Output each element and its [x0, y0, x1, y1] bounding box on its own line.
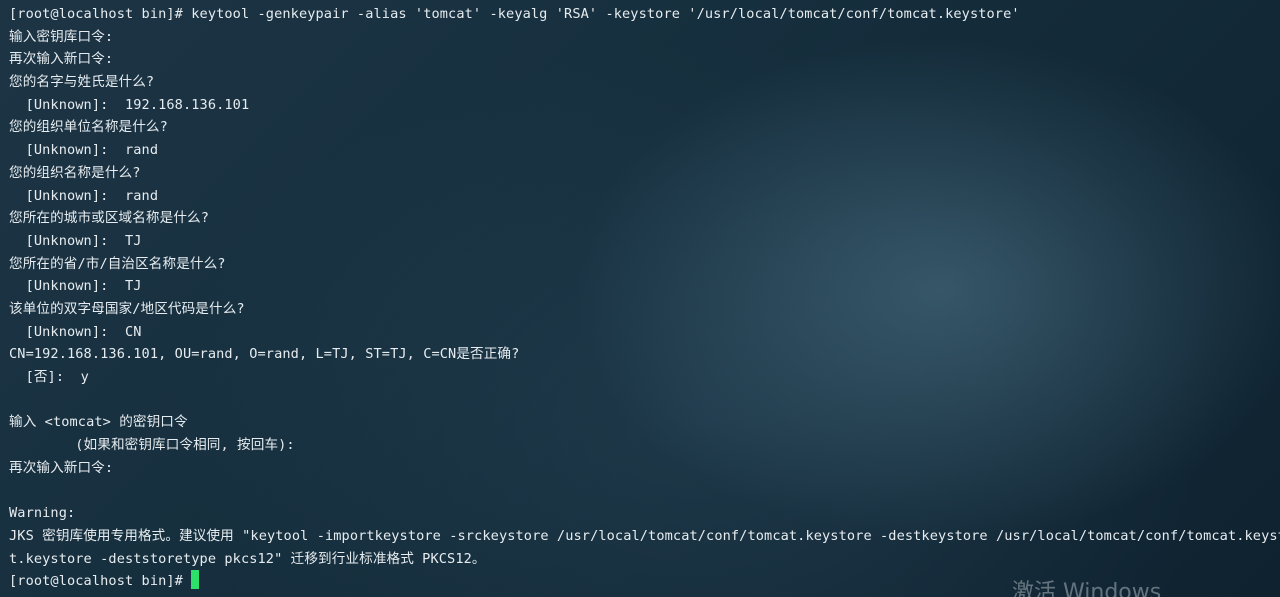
output-line — [9, 479, 1280, 502]
output-line: [否]: y — [9, 369, 89, 385]
output-line: 输入 <tomcat> 的密钥口令 — [9, 414, 188, 431]
output-line: [Unknown]: CN — [9, 323, 142, 340]
output-line: 该单位的双字母国家/地区代码是什么? — [9, 300, 245, 317]
output-line: CN=192.168.136.101, OU=rand, O=rand, L=T… — [9, 346, 520, 363]
output-line: [Unknown]: rand — [9, 142, 159, 159]
command-line: [root@localhost bin]# keytool -genkeypai… — [9, 6, 1020, 22]
terminal-window[interactable]: [root@localhost bin]# keytool -genkeypai… — [0, 0, 1280, 597]
output-line: 再次输入新口令: — [9, 459, 114, 476]
activate-windows-watermark: 激活 Windows — [1012, 580, 1162, 597]
text-cursor — [191, 570, 200, 590]
shell-prompt: [root@localhost bin]# — [9, 573, 192, 590]
output-line: 您的名字与姓氏是什么? — [9, 74, 155, 91]
warning-message-wrap: t.keystore -deststoretype pkcs12" 迁移到行业标… — [9, 550, 486, 567]
terminal-output: [root@localhost bin]# keytool -genkeypai… — [9, 3, 1280, 593]
output-line: [Unknown]: rand — [9, 187, 159, 204]
warning-message: JKS 密钥库使用专用格式。建议使用 "keytool -importkeyst… — [9, 527, 1280, 544]
output-line: (如果和密钥库口令相同, 按回车): — [9, 437, 295, 454]
output-line: 输入密钥库口令: — [9, 28, 114, 45]
output-line: 您所在的省/市/自治区名称是什么? — [9, 255, 226, 272]
output-line: 您所在的城市或区域名称是什么? — [9, 210, 209, 227]
output-line: [Unknown]: TJ — [9, 278, 142, 295]
output-line: 您的组织单位名称是什么? — [9, 119, 168, 136]
output-line: [Unknown]: TJ — [9, 232, 142, 249]
output-line — [9, 389, 1280, 412]
output-line: 您的组织名称是什么? — [9, 164, 141, 181]
warning-heading: Warning: — [9, 505, 76, 522]
output-line: 再次输入新口令: — [9, 51, 114, 68]
output-line: [Unknown]: 192.168.136.101 — [9, 96, 250, 113]
